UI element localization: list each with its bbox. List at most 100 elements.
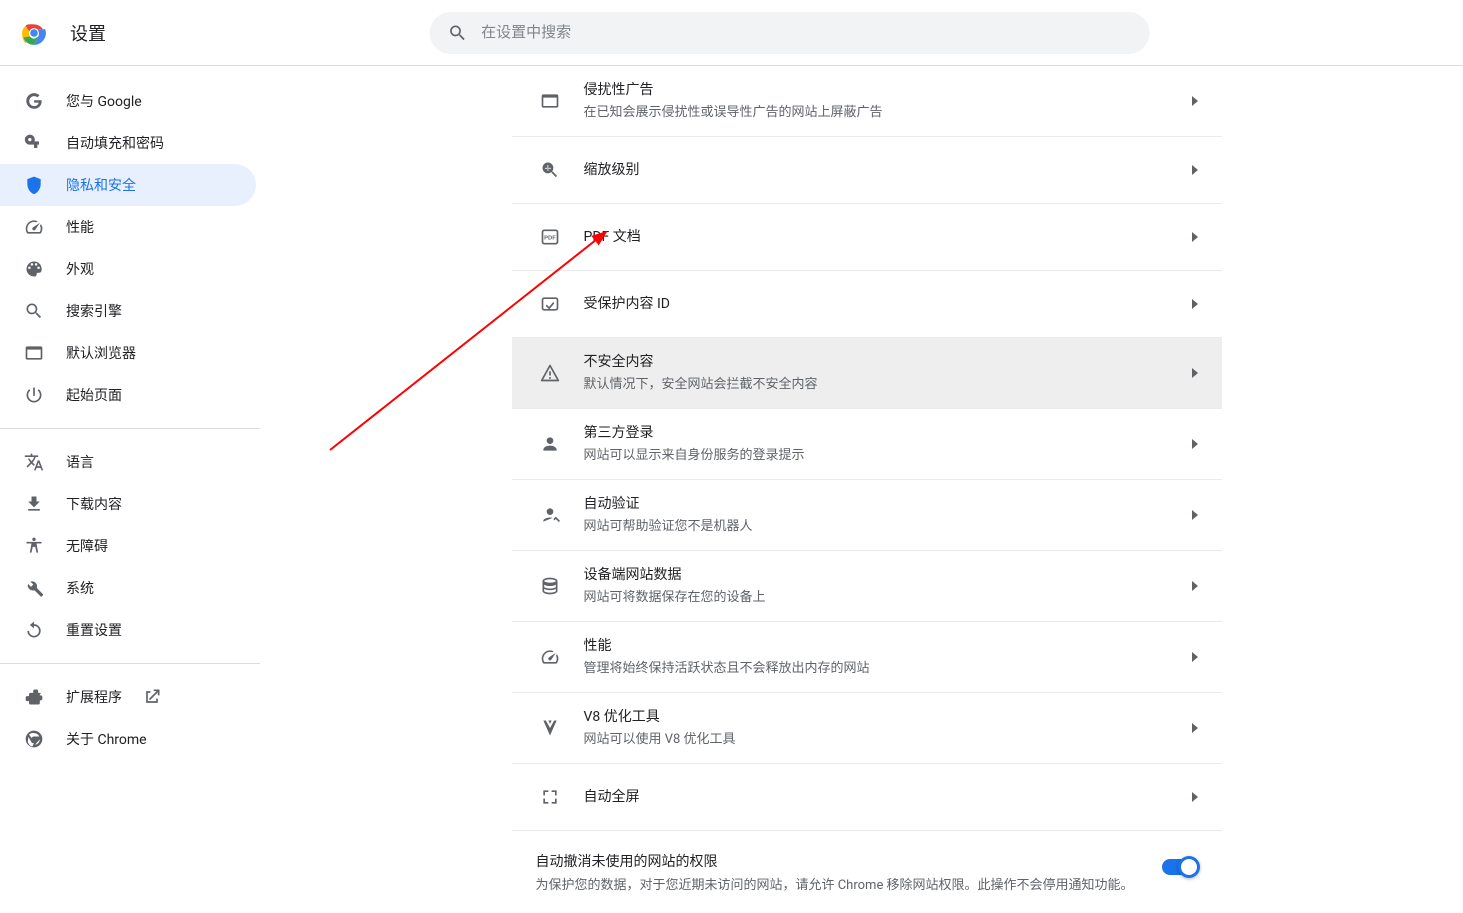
- sidebar-item-search[interactable]: 搜索引擎: [0, 290, 256, 332]
- row-title: 不安全内容: [584, 352, 1192, 372]
- access-icon: [24, 536, 44, 556]
- settings-row-window[interactable]: 侵扰性广告在已知会展示侵扰性或误导性广告的网站上屏蔽广告: [512, 66, 1222, 137]
- settings-row-fullscreen[interactable]: 自动全屏: [512, 764, 1222, 831]
- search-icon: [447, 23, 467, 43]
- sidebar-item-speed[interactable]: 性能: [0, 206, 256, 248]
- sidebar-label: 外观: [66, 259, 94, 279]
- content-pane[interactable]: 侵扰性广告在已知会展示侵扰性或误导性广告的网站上屏蔽广告缩放级别 PDF PDF 文…: [512, 66, 1222, 913]
- settings-row-protected[interactable]: 受保护内容 ID: [512, 271, 1222, 338]
- row-text: 性能管理将始终保持活跃状态且不会释放出内存的网站: [584, 636, 1192, 678]
- sidebar-item-lang[interactable]: 语言: [0, 441, 256, 483]
- page-title: 设置: [70, 20, 106, 46]
- row-subtitle: 网站可将数据保存在您的设备上: [584, 589, 1192, 607]
- chevron-right-icon: [1192, 792, 1198, 802]
- person-icon: [540, 434, 560, 454]
- google-icon: [24, 91, 44, 111]
- fullscreen-icon: [540, 787, 560, 807]
- auto-revoke-toggle[interactable]: [1162, 859, 1198, 875]
- row-text: 设备端网站数据网站可将数据保存在您的设备上: [584, 565, 1192, 607]
- shield-icon: [24, 175, 44, 195]
- sidebar-label: 自动填充和密码: [66, 133, 164, 153]
- chevron-right-icon: [1192, 439, 1198, 449]
- palette-icon: [24, 259, 44, 279]
- chevron-right-icon: [1192, 581, 1198, 591]
- row-title: PDF 文档: [584, 227, 1192, 247]
- sidebar-item-download[interactable]: 下载内容: [0, 483, 256, 525]
- sidebar-item-reset[interactable]: 重置设置: [0, 609, 256, 651]
- sidebar-label: 扩展程序: [66, 687, 122, 707]
- row-title: 自动验证: [584, 494, 1192, 514]
- lang-icon: [24, 452, 44, 472]
- zoom-icon: [540, 160, 560, 180]
- sidebar-divider: [0, 663, 260, 664]
- row-text: 缩放级别: [584, 160, 1192, 180]
- settings-row-speed[interactable]: 性能管理将始终保持活跃状态且不会释放出内存的网站: [512, 622, 1222, 693]
- key-icon: [24, 133, 44, 153]
- row-title: 缩放级别: [584, 160, 1192, 180]
- search-input[interactable]: [481, 24, 1131, 41]
- chevron-right-icon: [1192, 165, 1198, 175]
- sidebar-label: 默认浏览器: [66, 343, 136, 363]
- row-text: 受保护内容 ID: [584, 294, 1192, 314]
- svg-text:PDF: PDF: [544, 236, 556, 242]
- row-subtitle: 在已知会展示侵扰性或误导性广告的网站上屏蔽广告: [584, 104, 1192, 122]
- sidebar-label: 语言: [66, 452, 94, 472]
- sidebar-label: 重置设置: [66, 620, 122, 640]
- sidebar-item-google[interactable]: 您与 Google: [0, 80, 256, 122]
- window-icon: [24, 343, 44, 363]
- row-title: 设备端网站数据: [584, 565, 1192, 585]
- sidebar-label: 无障碍: [66, 536, 108, 556]
- block-title: 自动撤消未使用的网站的权限: [536, 851, 1148, 871]
- settings-row-warn[interactable]: 不安全内容默认情况下，安全网站会拦截不安全内容: [512, 338, 1222, 409]
- settings-row-zoom[interactable]: 缩放级别: [512, 137, 1222, 204]
- settings-sidebar: 您与 Google 自动填充和密码隐私和安全性能外观搜索引擎默认浏览器起始页面语言…: [0, 66, 270, 913]
- window-icon: [540, 91, 560, 111]
- auto-revoke-permissions-block: 自动撤消未使用的网站的权限为保护您的数据，对于您近期未访问的网站，请允许 Chr…: [512, 831, 1222, 899]
- settings-row-person[interactable]: 第三方登录网站可以显示来自身份服务的登录提示: [512, 409, 1222, 480]
- sidebar-item-power[interactable]: 起始页面: [0, 374, 256, 416]
- settings-row-verify[interactable]: 自动验证网站可帮助验证您不是机器人: [512, 480, 1222, 551]
- chevron-right-icon: [1192, 510, 1198, 520]
- sidebar-item-palette[interactable]: 外观: [0, 248, 256, 290]
- wrench-icon: [24, 578, 44, 598]
- sidebar-label: 起始页面: [66, 385, 122, 405]
- reset-icon: [24, 620, 44, 640]
- search-bar[interactable]: [429, 12, 1149, 54]
- row-text: PDF 文档: [584, 227, 1192, 247]
- row-title: 受保护内容 ID: [584, 294, 1192, 314]
- db-icon: [540, 576, 560, 596]
- v8-icon: [540, 718, 560, 738]
- sidebar-item-window[interactable]: 默认浏览器: [0, 332, 256, 374]
- row-text: 自动验证网站可帮助验证您不是机器人: [584, 494, 1192, 536]
- row-subtitle: 网站可帮助验证您不是机器人: [584, 518, 1192, 536]
- row-title: 性能: [584, 636, 1192, 656]
- sidebar-item-wrench[interactable]: 系统: [0, 567, 256, 609]
- chevron-right-icon: [1192, 96, 1198, 106]
- row-text: V8 优化工具网站可以使用 V8 优化工具: [584, 707, 1192, 749]
- row-subtitle: 管理将始终保持活跃状态且不会释放出内存的网站: [584, 660, 1192, 678]
- protected-icon: [540, 294, 560, 314]
- sidebar-label: 您与 Google: [66, 91, 142, 111]
- row-text: 侵扰性广告在已知会展示侵扰性或误导性广告的网站上屏蔽广告: [584, 80, 1192, 122]
- sidebar-label: 隐私和安全: [66, 175, 136, 195]
- sidebar-item-access[interactable]: 无障碍: [0, 525, 256, 567]
- sidebar-item-chrome[interactable]: 关于 Chrome: [0, 718, 256, 760]
- download-icon: [24, 494, 44, 514]
- sidebar-label: 系统: [66, 578, 94, 598]
- verify-icon: [540, 505, 560, 525]
- row-title: 第三方登录: [584, 423, 1192, 443]
- row-subtitle: 网站可以显示来自身份服务的登录提示: [584, 447, 1192, 465]
- block-subtitle: 为保护您的数据，对于您近期未访问的网站，请允许 Chrome 移除网站权限。此操…: [536, 877, 1148, 895]
- settings-row-db[interactable]: 设备端网站数据网站可将数据保存在您的设备上: [512, 551, 1222, 622]
- search-icon: [24, 301, 44, 321]
- settings-row-pdf[interactable]: PDF PDF 文档: [512, 204, 1222, 271]
- sidebar-item-key[interactable]: 自动填充和密码: [0, 122, 256, 164]
- settings-row-v8[interactable]: V8 优化工具网站可以使用 V8 优化工具: [512, 693, 1222, 764]
- row-title: 自动全屏: [584, 787, 1192, 807]
- power-icon: [24, 385, 44, 405]
- row-text: 自动全屏: [584, 787, 1192, 807]
- chevron-right-icon: [1192, 232, 1198, 242]
- sidebar-item-shield[interactable]: 隐私和安全: [0, 164, 256, 206]
- sidebar-item-ext[interactable]: 扩展程序: [0, 676, 256, 718]
- chrome-logo-icon: [20, 19, 48, 47]
